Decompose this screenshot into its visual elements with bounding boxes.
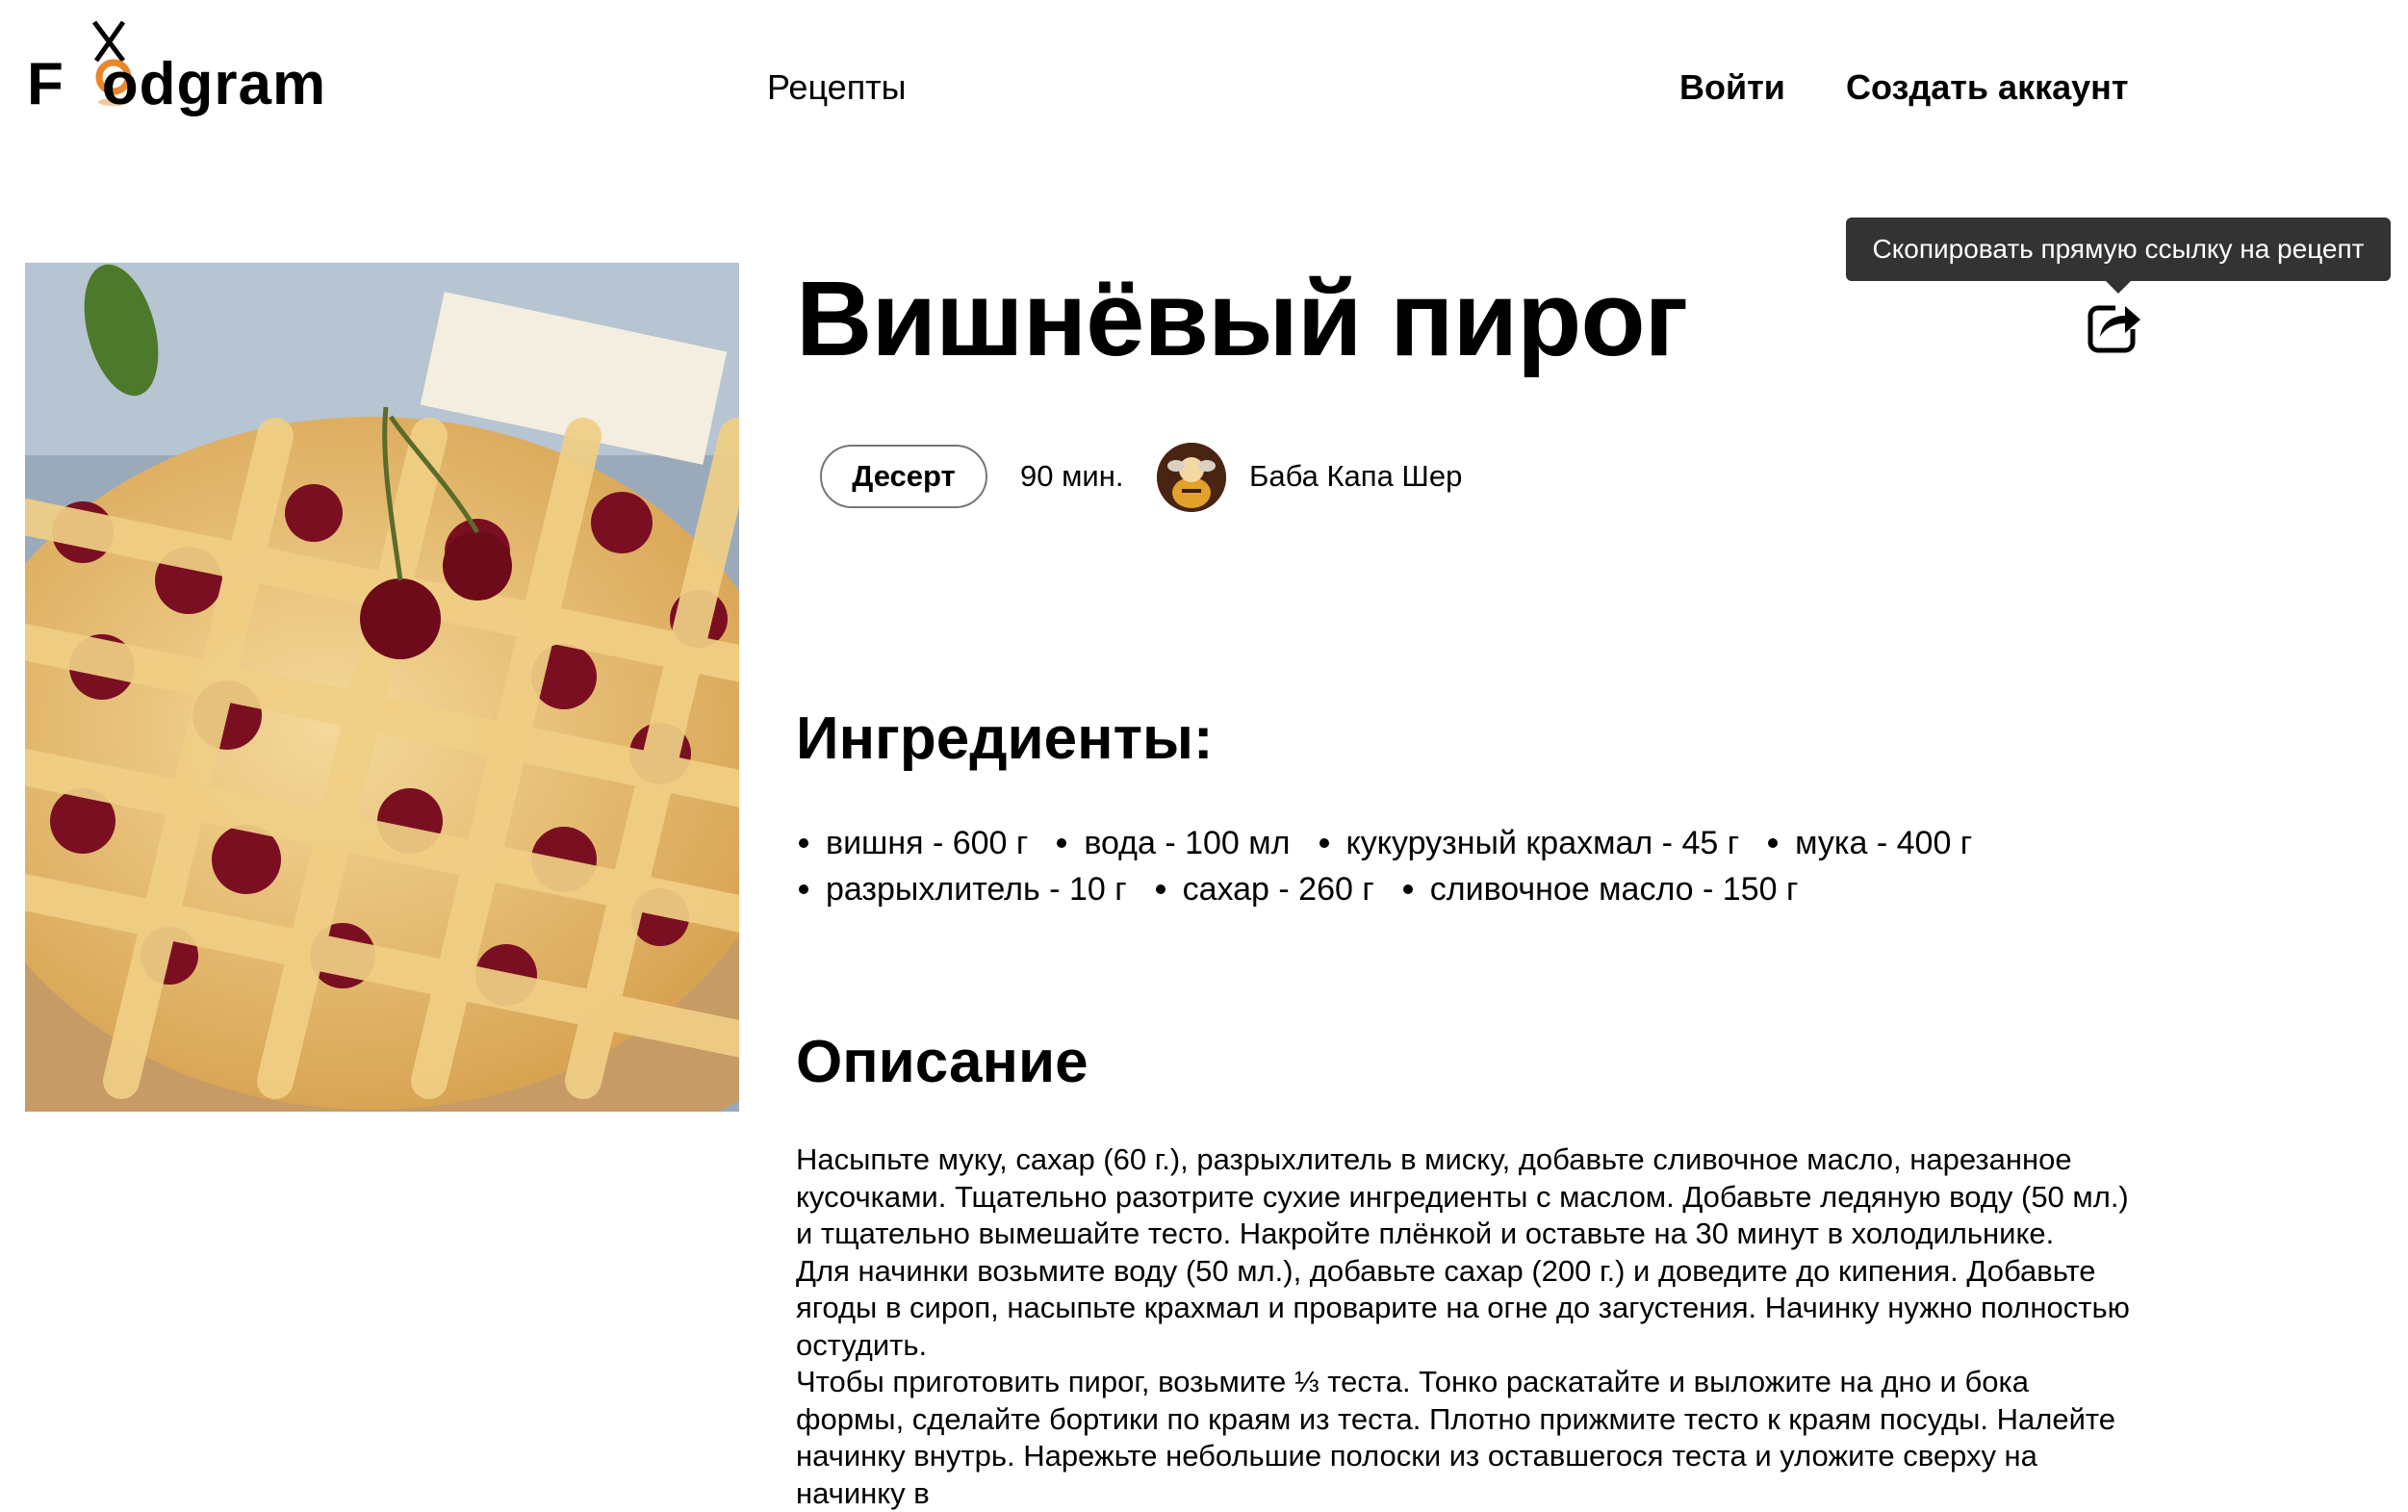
share-icon <box>2088 300 2142 353</box>
nav-login[interactable]: Войти <box>1679 67 1785 108</box>
header: Foodgram Рецепты Войти Создать аккаунт <box>0 0 2408 173</box>
logo[interactable]: Foodgram <box>27 17 335 117</box>
recipe-image <box>25 263 739 1112</box>
ingredient-item: мука - 400 г <box>1768 825 1972 862</box>
description-paragraph: Для начинки возьмите воду (50 мл.), доба… <box>796 1253 2130 1362</box>
author-name[interactable]: Баба Капа Шер <box>1249 459 1462 494</box>
cherry-pie-image <box>25 263 739 1112</box>
share-tooltip: Скопировать прямую ссылку на рецепт <box>1846 218 2391 281</box>
share-button[interactable] <box>2087 296 2144 354</box>
ingredients-list: вишня - 600 г вода - 100 мл кукурузный к… <box>799 820 2165 912</box>
description-paragraph: Насыпьте муку, сахар (60 г.), разрыхлите… <box>796 1142 2129 1250</box>
nav-signup[interactable]: Создать аккаунт <box>1846 67 2129 108</box>
description-title: Описание <box>796 1029 1089 1095</box>
tooltip-arrow <box>2105 280 2132 294</box>
description-text: Насыпьте муку, сахар (60 г.), разрыхлите… <box>796 1141 2143 1512</box>
recipe-title: Вишнёвый пирог <box>796 260 1688 378</box>
nav-recipes[interactable]: Рецепты <box>767 67 907 108</box>
ingredients-title: Ингредиенты: <box>796 705 1214 772</box>
ingredient-item: кукурузный крахмал - 45 г <box>1319 825 1739 862</box>
avatar-image <box>1157 443 1226 512</box>
ingredient-item: вишня - 600 г <box>799 825 1028 862</box>
ingredient-item: разрыхлитель - 10 г <box>799 871 1127 909</box>
ingredient-item: вода - 100 мл <box>1057 825 1291 862</box>
author-avatar <box>1157 443 1226 512</box>
ingredient-item: сливочное масло - 150 г <box>1402 871 1798 909</box>
ingredient-item: сахар - 260 г <box>1155 871 1374 909</box>
cooking-time: 90 мин. <box>1020 459 1124 493</box>
category-tag[interactable]: Десерт <box>820 445 987 508</box>
description-paragraph: Чтобы приготовить пирог, возьмите ⅓ тест… <box>796 1365 2116 1510</box>
logo-text: Foodgram <box>27 51 327 117</box>
